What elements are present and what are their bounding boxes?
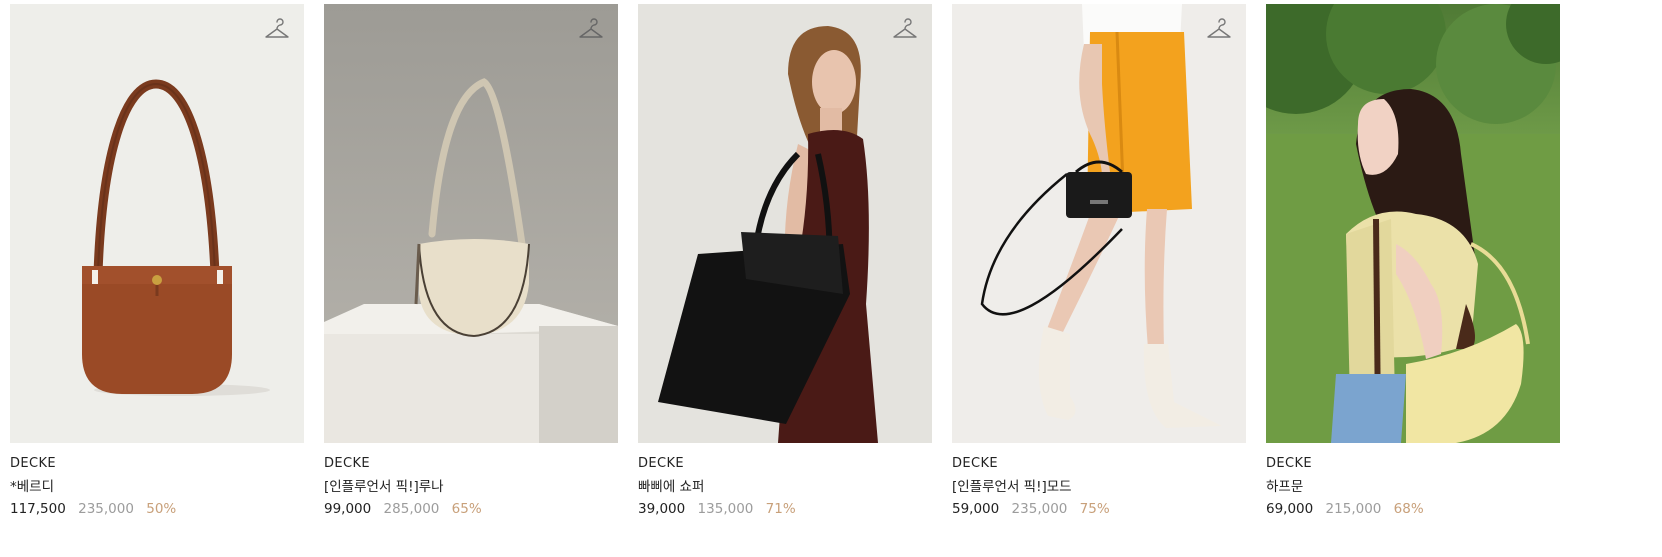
model-with-black-mini-bag-image [952, 4, 1246, 443]
hanger-icon[interactable] [1206, 18, 1232, 44]
model-with-yellow-half-moon-bag-outdoors-image [1266, 4, 1560, 443]
product-image[interactable] [952, 4, 1246, 443]
hanger-icon[interactable] [264, 18, 290, 44]
brand-name: DECKE [10, 456, 57, 471]
product-card[interactable]: DECKE *베르디 117,500 235,000 50% [10, 4, 304, 518]
product-card[interactable]: DECKE [인플루언서 픽!]모드 59,000 235,000 75% [952, 4, 1246, 518]
price-row: 117,500 235,000 50% [10, 500, 304, 518]
product-name[interactable]: [인플루언서 픽!]루나 [324, 478, 618, 496]
model-with-black-shopper-bag-image [638, 4, 932, 443]
price-row: 39,000 135,000 71% [638, 500, 932, 518]
price-row: 99,000 285,000 65% [324, 500, 618, 518]
cream-half-moon-bag-on-pedestal-image [324, 4, 618, 443]
product-card[interactable]: DECKE [인플루언서 픽!]루나 99,000 285,000 65% [324, 4, 618, 518]
product-name[interactable]: 빠삐에 쇼퍼 [638, 478, 932, 496]
discount-rate: 71% [765, 501, 796, 517]
original-price: 235,000 [78, 501, 134, 517]
discount-rate: 65% [451, 501, 482, 517]
hanger-icon[interactable] [892, 18, 918, 44]
sale-price: 39,000 [638, 501, 686, 517]
sale-price: 117,500 [10, 501, 66, 517]
product-card[interactable]: DECKE 빠삐에 쇼퍼 39,000 135,000 71% [638, 4, 932, 518]
original-price: 215,000 [1325, 501, 1382, 517]
original-price: 235,000 [1011, 501, 1068, 517]
original-price: 135,000 [697, 501, 754, 517]
product-card[interactable]: DECKE 하프문 69,000 215,000 68% [1266, 4, 1560, 518]
product-image[interactable] [324, 4, 618, 443]
discount-rate: 75% [1079, 501, 1110, 517]
product-name[interactable]: 하프문 [1266, 478, 1560, 496]
sale-price: 59,000 [952, 501, 1000, 517]
brown-leather-shoulder-bag-image [10, 4, 304, 443]
product-grid: DECKE *베르디 117,500 235,000 50% DECKE [인플… [0, 0, 1662, 557]
product-name[interactable]: [인플루언서 픽!]모드 [952, 478, 1246, 496]
brand-name: DECKE [324, 456, 371, 471]
discount-rate: 50% [146, 501, 177, 517]
product-name[interactable]: *베르디 [10, 478, 304, 496]
sale-price: 99,000 [324, 501, 372, 517]
price-row: 69,000 215,000 68% [1266, 500, 1560, 518]
product-image[interactable] [1266, 4, 1560, 443]
original-price: 285,000 [383, 501, 440, 517]
product-image[interactable] [638, 4, 932, 443]
sale-price: 69,000 [1266, 501, 1314, 517]
brand-name: DECKE [952, 456, 999, 471]
price-row: 59,000 235,000 75% [952, 500, 1246, 518]
discount-rate: 68% [1393, 501, 1424, 517]
brand-name: DECKE [638, 456, 685, 471]
product-image[interactable] [10, 4, 304, 443]
brand-name: DECKE [1266, 456, 1313, 471]
hanger-icon[interactable] [578, 18, 604, 44]
